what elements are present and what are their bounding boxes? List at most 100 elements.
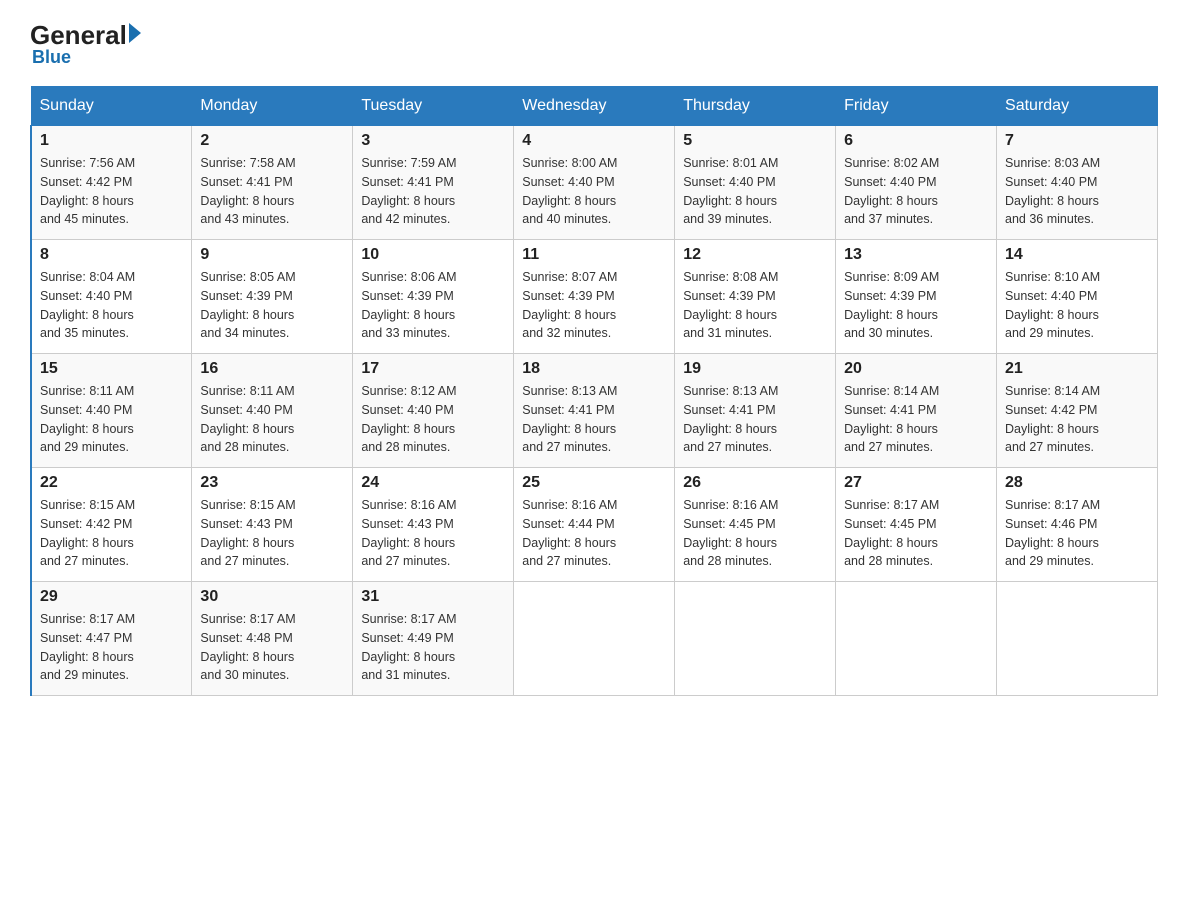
calendar-cell: 3 Sunrise: 7:59 AM Sunset: 4:41 PM Dayli… [353, 126, 514, 240]
day-info: Sunrise: 8:14 AM Sunset: 4:41 PM Dayligh… [844, 382, 988, 457]
day-number: 26 [683, 474, 827, 492]
day-number: 29 [40, 588, 183, 606]
day-number: 11 [522, 246, 666, 264]
col-tuesday: Tuesday [353, 87, 514, 126]
day-info: Sunrise: 8:17 AM Sunset: 4:47 PM Dayligh… [40, 610, 183, 685]
day-info: Sunrise: 8:02 AM Sunset: 4:40 PM Dayligh… [844, 154, 988, 229]
day-info: Sunrise: 8:15 AM Sunset: 4:42 PM Dayligh… [40, 496, 183, 571]
day-info: Sunrise: 8:08 AM Sunset: 4:39 PM Dayligh… [683, 268, 827, 343]
day-number: 12 [683, 246, 827, 264]
calendar-cell: 1 Sunrise: 7:56 AM Sunset: 4:42 PM Dayli… [31, 126, 192, 240]
day-number: 25 [522, 474, 666, 492]
calendar-cell: 27 Sunrise: 8:17 AM Sunset: 4:45 PM Dayl… [836, 468, 997, 582]
calendar-week-row: 1 Sunrise: 7:56 AM Sunset: 4:42 PM Dayli… [31, 126, 1158, 240]
calendar-cell: 18 Sunrise: 8:13 AM Sunset: 4:41 PM Dayl… [514, 354, 675, 468]
day-number: 6 [844, 132, 988, 150]
col-sunday: Sunday [31, 87, 192, 126]
calendar-week-row: 22 Sunrise: 8:15 AM Sunset: 4:42 PM Dayl… [31, 468, 1158, 582]
calendar-cell: 7 Sunrise: 8:03 AM Sunset: 4:40 PM Dayli… [997, 126, 1158, 240]
day-info: Sunrise: 8:05 AM Sunset: 4:39 PM Dayligh… [200, 268, 344, 343]
day-info: Sunrise: 8:16 AM Sunset: 4:45 PM Dayligh… [683, 496, 827, 571]
calendar-cell: 30 Sunrise: 8:17 AM Sunset: 4:48 PM Dayl… [192, 582, 353, 696]
day-number: 19 [683, 360, 827, 378]
day-number: 31 [361, 588, 505, 606]
calendar-cell: 12 Sunrise: 8:08 AM Sunset: 4:39 PM Dayl… [675, 240, 836, 354]
calendar-cell: 24 Sunrise: 8:16 AM Sunset: 4:43 PM Dayl… [353, 468, 514, 582]
day-info: Sunrise: 8:13 AM Sunset: 4:41 PM Dayligh… [522, 382, 666, 457]
calendar-cell: 22 Sunrise: 8:15 AM Sunset: 4:42 PM Dayl… [31, 468, 192, 582]
day-number: 18 [522, 360, 666, 378]
calendar-cell: 8 Sunrise: 8:04 AM Sunset: 4:40 PM Dayli… [31, 240, 192, 354]
day-number: 27 [844, 474, 988, 492]
day-info: Sunrise: 8:00 AM Sunset: 4:40 PM Dayligh… [522, 154, 666, 229]
calendar-cell: 2 Sunrise: 7:58 AM Sunset: 4:41 PM Dayli… [192, 126, 353, 240]
calendar-cell [675, 582, 836, 696]
day-number: 22 [40, 474, 183, 492]
day-number: 24 [361, 474, 505, 492]
col-saturday: Saturday [997, 87, 1158, 126]
logo-blue-text: Blue [32, 47, 71, 68]
day-number: 8 [40, 246, 183, 264]
day-number: 17 [361, 360, 505, 378]
day-info: Sunrise: 8:04 AM Sunset: 4:40 PM Dayligh… [40, 268, 183, 343]
calendar-cell: 20 Sunrise: 8:14 AM Sunset: 4:41 PM Dayl… [836, 354, 997, 468]
day-info: Sunrise: 7:59 AM Sunset: 4:41 PM Dayligh… [361, 154, 505, 229]
day-number: 10 [361, 246, 505, 264]
day-number: 7 [1005, 132, 1149, 150]
calendar-week-row: 15 Sunrise: 8:11 AM Sunset: 4:40 PM Dayl… [31, 354, 1158, 468]
day-number: 21 [1005, 360, 1149, 378]
logo: General Blue [30, 20, 141, 68]
day-info: Sunrise: 8:16 AM Sunset: 4:44 PM Dayligh… [522, 496, 666, 571]
day-number: 16 [200, 360, 344, 378]
page-header: General Blue [30, 20, 1158, 68]
calendar-cell [836, 582, 997, 696]
calendar-cell: 31 Sunrise: 8:17 AM Sunset: 4:49 PM Dayl… [353, 582, 514, 696]
day-info: Sunrise: 8:13 AM Sunset: 4:41 PM Dayligh… [683, 382, 827, 457]
day-info: Sunrise: 8:14 AM Sunset: 4:42 PM Dayligh… [1005, 382, 1149, 457]
day-number: 3 [361, 132, 505, 150]
calendar-cell: 5 Sunrise: 8:01 AM Sunset: 4:40 PM Dayli… [675, 126, 836, 240]
calendar-cell: 15 Sunrise: 8:11 AM Sunset: 4:40 PM Dayl… [31, 354, 192, 468]
calendar-week-row: 29 Sunrise: 8:17 AM Sunset: 4:47 PM Dayl… [31, 582, 1158, 696]
day-info: Sunrise: 8:07 AM Sunset: 4:39 PM Dayligh… [522, 268, 666, 343]
calendar-header-row: Sunday Monday Tuesday Wednesday Thursday… [31, 87, 1158, 126]
day-info: Sunrise: 8:11 AM Sunset: 4:40 PM Dayligh… [200, 382, 344, 457]
day-number: 14 [1005, 246, 1149, 264]
day-number: 9 [200, 246, 344, 264]
calendar-cell: 29 Sunrise: 8:17 AM Sunset: 4:47 PM Dayl… [31, 582, 192, 696]
day-number: 2 [200, 132, 344, 150]
day-number: 15 [40, 360, 183, 378]
day-number: 4 [522, 132, 666, 150]
col-thursday: Thursday [675, 87, 836, 126]
day-info: Sunrise: 7:58 AM Sunset: 4:41 PM Dayligh… [200, 154, 344, 229]
calendar-table: Sunday Monday Tuesday Wednesday Thursday… [30, 86, 1158, 696]
day-info: Sunrise: 8:10 AM Sunset: 4:40 PM Dayligh… [1005, 268, 1149, 343]
day-info: Sunrise: 8:15 AM Sunset: 4:43 PM Dayligh… [200, 496, 344, 571]
calendar-cell: 21 Sunrise: 8:14 AM Sunset: 4:42 PM Dayl… [997, 354, 1158, 468]
day-info: Sunrise: 8:17 AM Sunset: 4:48 PM Dayligh… [200, 610, 344, 685]
calendar-cell [997, 582, 1158, 696]
calendar-cell: 11 Sunrise: 8:07 AM Sunset: 4:39 PM Dayl… [514, 240, 675, 354]
day-info: Sunrise: 8:09 AM Sunset: 4:39 PM Dayligh… [844, 268, 988, 343]
calendar-cell: 4 Sunrise: 8:00 AM Sunset: 4:40 PM Dayli… [514, 126, 675, 240]
calendar-cell: 25 Sunrise: 8:16 AM Sunset: 4:44 PM Dayl… [514, 468, 675, 582]
day-info: Sunrise: 8:17 AM Sunset: 4:46 PM Dayligh… [1005, 496, 1149, 571]
calendar-cell: 14 Sunrise: 8:10 AM Sunset: 4:40 PM Dayl… [997, 240, 1158, 354]
day-number: 20 [844, 360, 988, 378]
day-number: 30 [200, 588, 344, 606]
calendar-cell: 26 Sunrise: 8:16 AM Sunset: 4:45 PM Dayl… [675, 468, 836, 582]
day-number: 5 [683, 132, 827, 150]
day-number: 28 [1005, 474, 1149, 492]
calendar-cell: 16 Sunrise: 8:11 AM Sunset: 4:40 PM Dayl… [192, 354, 353, 468]
day-number: 1 [40, 132, 183, 150]
calendar-cell: 10 Sunrise: 8:06 AM Sunset: 4:39 PM Dayl… [353, 240, 514, 354]
day-info: Sunrise: 8:03 AM Sunset: 4:40 PM Dayligh… [1005, 154, 1149, 229]
col-wednesday: Wednesday [514, 87, 675, 126]
day-info: Sunrise: 7:56 AM Sunset: 4:42 PM Dayligh… [40, 154, 183, 229]
day-info: Sunrise: 8:16 AM Sunset: 4:43 PM Dayligh… [361, 496, 505, 571]
logo-triangle-icon [129, 23, 141, 43]
calendar-cell: 9 Sunrise: 8:05 AM Sunset: 4:39 PM Dayli… [192, 240, 353, 354]
day-number: 13 [844, 246, 988, 264]
calendar-cell: 13 Sunrise: 8:09 AM Sunset: 4:39 PM Dayl… [836, 240, 997, 354]
calendar-cell: 23 Sunrise: 8:15 AM Sunset: 4:43 PM Dayl… [192, 468, 353, 582]
